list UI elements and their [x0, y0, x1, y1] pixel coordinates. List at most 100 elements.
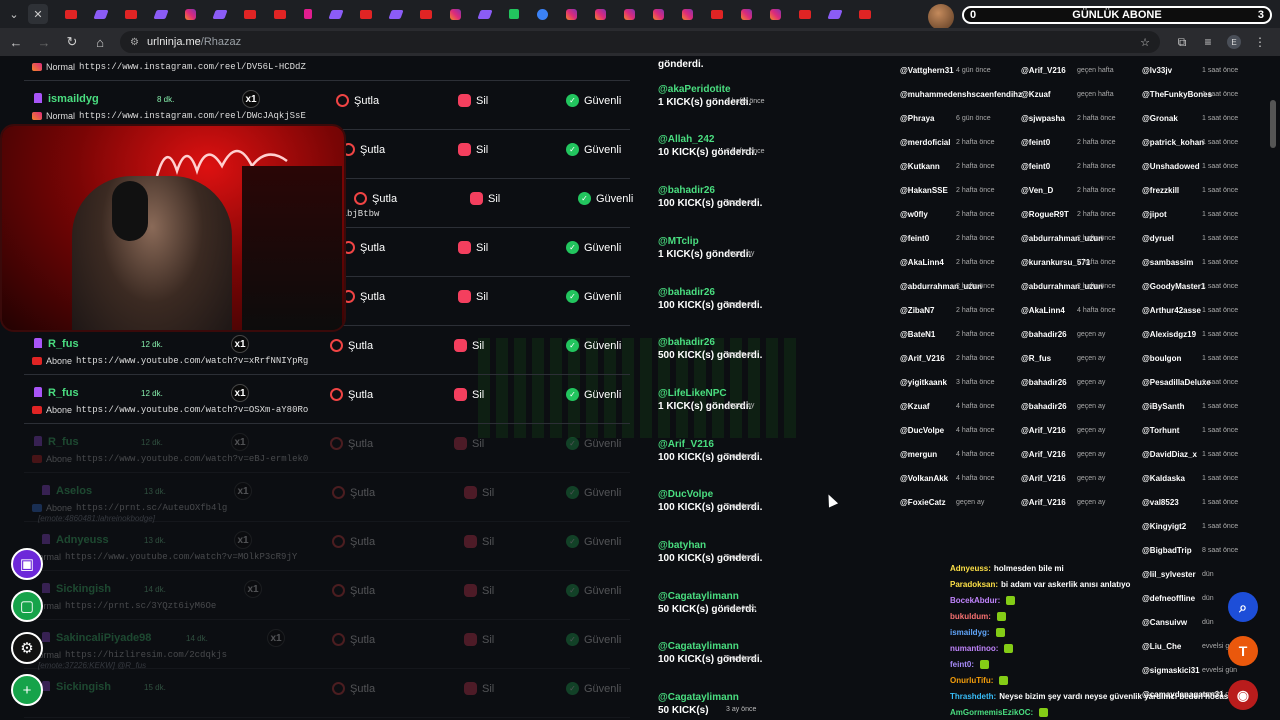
- delete-button[interactable]: Sil: [458, 94, 488, 107]
- browser-tab[interactable]: [711, 9, 723, 19]
- approve-button[interactable]: ✓ Güvenli: [566, 535, 621, 548]
- leaderboard-user[interactable]: @bahadir26: [1021, 402, 1067, 411]
- leaderboard-user[interactable]: @boulgon: [1142, 354, 1181, 363]
- browser-tab[interactable]: [859, 9, 871, 19]
- skip-button[interactable]: Şutla: [354, 192, 397, 205]
- skip-button[interactable]: Şutla: [330, 339, 373, 352]
- request-link[interactable]: Normal https://www.youtube.com/watch?v=MO…: [32, 552, 297, 562]
- skip-button[interactable]: Şutla: [330, 388, 373, 401]
- leaderboard-user[interactable]: @sambassim: [1142, 258, 1193, 267]
- leaderboard-user[interactable]: @frezzkill: [1142, 186, 1179, 195]
- delete-button[interactable]: Sil: [464, 535, 494, 548]
- delete-button[interactable]: Sil: [464, 682, 494, 695]
- back-button[interactable]: ←: [4, 30, 28, 54]
- leaderboard-user[interactable]: @patrick_kohan: [1142, 138, 1204, 147]
- tab-search-menu-button[interactable]: ⌄: [4, 4, 24, 24]
- request-link[interactable]: Normal https://hizliresim.com/2cdqkjs: [32, 650, 227, 660]
- record-button[interactable]: ◉: [1228, 680, 1258, 710]
- leaderboard-user[interactable]: @Arif_V216: [1021, 426, 1066, 435]
- skip-button[interactable]: Şutla: [342, 241, 385, 254]
- chat-username[interactable]: feint0:: [950, 660, 974, 669]
- request-url[interactable]: https://www.youtube.com/watch?v=MOlkP3cR…: [65, 552, 297, 562]
- browser-tab[interactable]: [304, 9, 312, 19]
- approve-button[interactable]: ✓ Güvenli: [566, 94, 621, 107]
- chat-username[interactable]: BocekAbdur:: [950, 596, 1000, 605]
- leaderboard-user[interactable]: @w0fly: [900, 210, 928, 219]
- skip-button[interactable]: Şutla: [332, 584, 375, 597]
- request-url[interactable]: https://www.instagram.com/reel/DV56L-HCD…: [79, 62, 306, 72]
- leaderboard-user[interactable]: @DavidDiaz_x: [1142, 450, 1197, 459]
- leaderboard-user[interactable]: @HakanSSE: [900, 186, 948, 195]
- kick-sender[interactable]: @Cagataylimann: [658, 590, 778, 603]
- leaderboard-user[interactable]: @lv33jv: [1142, 66, 1172, 75]
- leaderboard-user[interactable]: @R_fus: [1021, 354, 1051, 363]
- kick-button[interactable]: ▢: [11, 590, 43, 622]
- forward-button[interactable]: →: [32, 30, 56, 54]
- browser-tab[interactable]: [741, 8, 752, 20]
- skip-button[interactable]: Şutla: [342, 290, 385, 303]
- leaderboard-user[interactable]: @dyruel: [1142, 234, 1174, 243]
- leaderboard-user[interactable]: @BateN1: [900, 330, 935, 339]
- media-button[interactable]: ≡: [1196, 30, 1220, 54]
- leaderboard-user[interactable]: @FoxieCatz: [900, 498, 946, 507]
- search-button[interactable]: ⌕: [1228, 592, 1258, 622]
- extensions-button[interactable]: ⧉: [1170, 30, 1194, 54]
- browser-tab[interactable]: [624, 8, 635, 20]
- leaderboard-user[interactable]: @GoodyMaster1: [1142, 282, 1205, 291]
- scrollbar[interactable]: [1270, 56, 1276, 720]
- leaderboard-user[interactable]: @merdoficial: [900, 138, 950, 147]
- browser-tab[interactable]: [420, 9, 432, 19]
- reload-button[interactable]: ↻: [60, 30, 84, 54]
- delete-button[interactable]: Sil: [454, 437, 484, 450]
- delete-button[interactable]: Sil: [454, 388, 484, 401]
- browser-tab[interactable]: [65, 9, 77, 19]
- leaderboard-user[interactable]: @val8523: [1142, 498, 1179, 507]
- chat-username[interactable]: bukuldum:: [950, 612, 991, 621]
- leaderboard-user[interactable]: @feint0: [900, 234, 929, 243]
- active-tab[interactable]: ✕: [28, 4, 48, 24]
- leaderboard-user[interactable]: @VolkanAkk: [900, 474, 948, 483]
- browser-tab[interactable]: [799, 9, 811, 19]
- request-link[interactable]: Abone https://www.youtube.com/watch?v=eBJ…: [32, 454, 308, 464]
- leaderboard-user[interactable]: @Kutkann: [900, 162, 940, 171]
- leaderboard-user[interactable]: @Unshadowed: [1142, 162, 1200, 171]
- delete-button[interactable]: Sil: [464, 486, 494, 499]
- leaderboard-user[interactable]: @Alexisdgz19: [1142, 330, 1196, 339]
- approve-button[interactable]: ✓ Güvenli: [566, 290, 621, 303]
- approve-button[interactable]: ✓ Güvenli: [566, 682, 621, 695]
- browser-tab[interactable]: [274, 9, 286, 19]
- requester-name[interactable]: ismaildyg: [34, 93, 99, 105]
- leaderboard-user[interactable]: @Arif_V216: [1021, 66, 1066, 75]
- skip-button[interactable]: Şutla: [342, 143, 385, 156]
- delete-button[interactable]: Sil: [458, 143, 488, 156]
- delete-button[interactable]: Sil: [470, 192, 500, 205]
- request-url[interactable]: https://www.youtube.com/watch?v=xRrfNNIY…: [76, 356, 308, 366]
- request-link[interactable]: Abone https://www.youtube.com/watch?v=xRr…: [32, 356, 308, 366]
- leaderboard-user[interactable]: @Gronak: [1142, 114, 1178, 123]
- scrollbar-thumb[interactable]: [1270, 100, 1276, 148]
- requester-name[interactable]: Adnyeuss: [42, 534, 109, 546]
- profile-button[interactable]: E: [1222, 30, 1246, 54]
- kick-sender[interactable]: @batyhan: [658, 539, 778, 552]
- request-url[interactable]: https://prnt.sc/AuteuOXfb4lg: [76, 503, 227, 513]
- approve-button[interactable]: ✓ Güvenli: [566, 241, 621, 254]
- kick-sender[interactable]: @DucVolpe: [658, 488, 778, 501]
- leaderboard-user[interactable]: @jipot: [1142, 210, 1167, 219]
- browser-tab[interactable]: [125, 9, 137, 19]
- skip-button[interactable]: Şutla: [336, 94, 379, 107]
- add-user-button[interactable]: +: [11, 674, 43, 706]
- leaderboard-user[interactable]: @Arthur42asse: [1142, 306, 1201, 315]
- approve-button[interactable]: ✓ Güvenli: [566, 486, 621, 499]
- browser-tab[interactable]: [537, 8, 548, 20]
- request-url[interactable]: https://www.instagram.com/reel/DWcJAqkjS…: [79, 111, 306, 121]
- browser-tab[interactable]: [93, 9, 109, 19]
- leaderboard-user[interactable]: @Torhunt: [1142, 426, 1179, 435]
- approve-button[interactable]: ✓ Güvenli: [566, 388, 621, 401]
- requester-name[interactable]: R_fus: [34, 338, 79, 350]
- address-bar[interactable]: ⚙ urlninja.me/Rhazaz ☆: [120, 31, 1160, 53]
- request-link[interactable]: Abone https://www.youtube.com/watch?v=OSX…: [32, 405, 308, 415]
- approve-button[interactable]: ✓ Güvenli: [566, 633, 621, 646]
- leaderboard-user[interactable]: @Kzuaf: [1021, 90, 1051, 99]
- leaderboard-user[interactable]: @bahadir26: [1021, 330, 1067, 339]
- delete-button[interactable]: Sil: [464, 633, 494, 646]
